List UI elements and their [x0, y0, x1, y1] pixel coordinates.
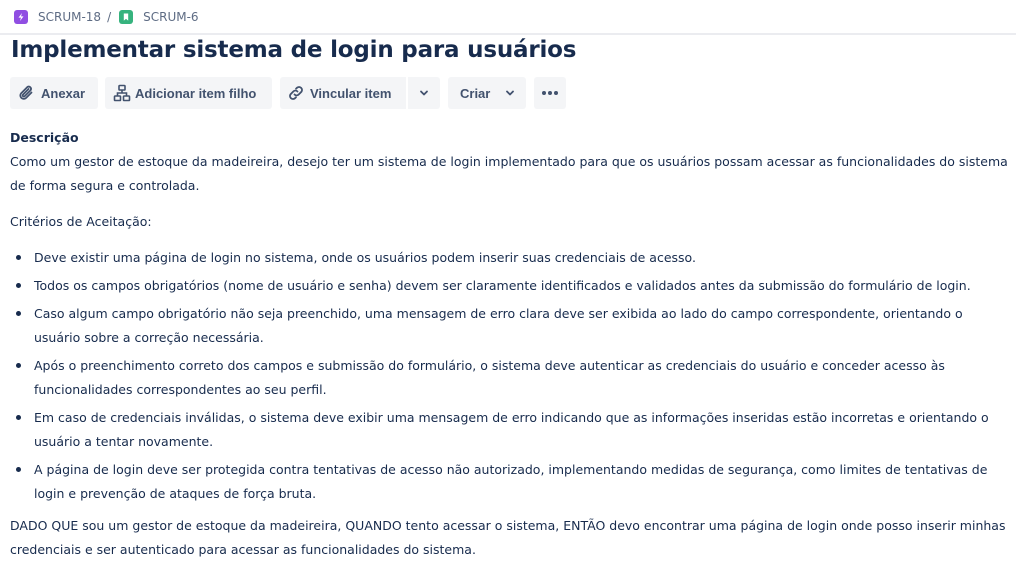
story-icon	[119, 10, 134, 24]
chevron-down-icon	[504, 87, 516, 99]
acceptance-criteria-list: Deve existir uma página de login no sist…	[10, 246, 1010, 506]
link-item-button[interactable]: Vincular item	[280, 77, 406, 109]
given-when-then-text: DADO QUE sou um gestor de estoque da mad…	[10, 518, 1006, 557]
list-item: A página de login deve ser protegida con…	[10, 458, 1010, 506]
attach-button[interactable]: Anexar	[10, 77, 98, 109]
list-item: Caso algum campo obrigatório não seja pr…	[10, 302, 1010, 350]
header-divider	[0, 33, 1016, 35]
hierarchy-icon	[112, 83, 132, 103]
list-item: Em caso de credenciais inválidas, o sist…	[10, 406, 1010, 454]
add-child-item-button-label: Adicionar item filho	[135, 85, 257, 101]
breadcrumb-label-story: SCRUM-6	[143, 10, 199, 24]
breadcrumb-separator: /	[107, 10, 112, 24]
attach-button-label: Anexar	[41, 85, 86, 101]
paperclip-icon	[17, 83, 37, 103]
list-item: Todos os campos obrigatórios (nome de us…	[10, 274, 1010, 298]
acceptance-criteria-heading: Critérios de Aceitação:	[10, 214, 152, 229]
create-button[interactable]: Criar	[448, 77, 526, 109]
breadcrumb-item-epic[interactable]: SCRUM-18	[14, 10, 101, 24]
description-intro[interactable]: Como um gestor de estoque da madeireira,…	[10, 150, 1010, 198]
breadcrumb-item-story[interactable]: SCRUM-6	[119, 10, 199, 24]
add-child-item-button[interactable]: Adicionar item filho	[105, 77, 272, 109]
description-section: Descrição Como um gestor de estoque da m…	[10, 126, 1010, 562]
link-item-button-label: Vincular item	[310, 85, 392, 101]
epic-icon	[14, 10, 28, 24]
list-item: Após o preenchimento correto dos campos …	[10, 354, 1010, 402]
list-item: Deve existir uma página de login no sist…	[10, 246, 1010, 270]
description-heading: Descrição	[10, 130, 79, 145]
issue-title[interactable]: Implementar sistema de login para usuári…	[11, 37, 576, 63]
chevron-down-icon	[418, 87, 430, 99]
more-actions-button[interactable]	[534, 77, 566, 109]
create-button-label: Criar	[460, 85, 491, 101]
more-icon	[540, 90, 560, 96]
breadcrumb-label-epic: SCRUM-18	[38, 10, 102, 24]
issue-view: SCRUM-18 / SCRUM-6 Implementar sistema d…	[0, 0, 1016, 568]
link-item-options-button[interactable]	[408, 77, 440, 109]
link-icon	[286, 83, 306, 103]
breadcrumb: SCRUM-18 / SCRUM-6	[14, 8, 199, 26]
